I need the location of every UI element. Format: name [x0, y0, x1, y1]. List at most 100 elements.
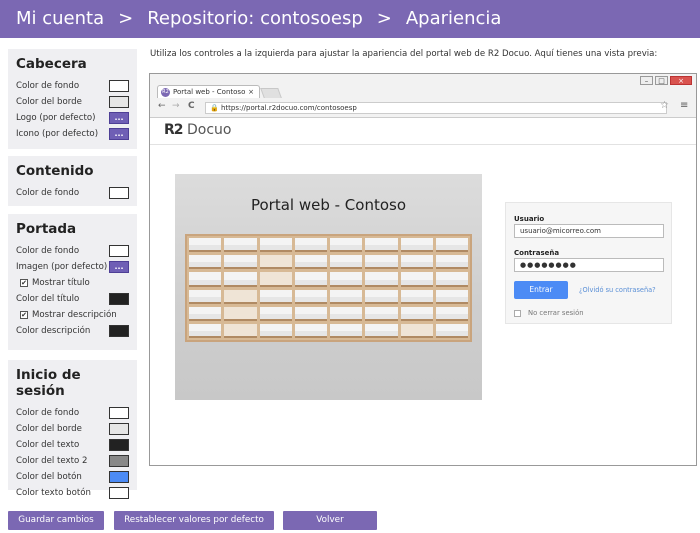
shelf-cell — [189, 289, 222, 304]
shelf-cell — [189, 272, 222, 287]
shelf-cell — [435, 323, 468, 338]
shelf-cell — [259, 238, 292, 253]
shelf-cell — [365, 306, 398, 321]
breadcrumb-repository[interactable]: Repositorio: contosoesp — [147, 8, 363, 29]
new-tab-button[interactable] — [260, 88, 282, 98]
browser-chrome: R2 Portal web - Contoso × – □ × ← → C 🔒 … — [150, 74, 696, 118]
username-input[interactable]: usuario@micorreo.com — [514, 224, 664, 238]
cover-image: Portal web - Contoso — [175, 174, 482, 400]
divider — [150, 144, 696, 145]
header-logo-row: Logo (por defecto)... — [16, 110, 129, 126]
shelf-cell — [294, 255, 327, 270]
remember-me[interactable]: No cerrar sesión — [514, 309, 584, 317]
bookmark-star-icon[interactable]: ☆ — [660, 100, 669, 111]
row-label: Color del botón — [16, 472, 82, 482]
color-swatch[interactable] — [109, 487, 129, 499]
shelf-cell — [330, 272, 363, 287]
remember-checkbox[interactable] — [514, 309, 521, 317]
color-swatch[interactable] — [109, 407, 129, 419]
logo-name: Docuo — [186, 122, 232, 138]
forward-arrow-icon[interactable]: → — [172, 101, 180, 111]
maximize-icon[interactable]: □ — [655, 76, 668, 85]
image-browse-button[interactable]: ... — [109, 261, 129, 273]
color-swatch[interactable] — [109, 471, 129, 483]
reload-icon[interactable]: C — [188, 101, 195, 111]
shelf-cell — [365, 255, 398, 270]
shelf-cell — [365, 238, 398, 253]
row-label: Mostrar título — [32, 278, 90, 288]
shelf-cell — [435, 306, 468, 321]
row-label: Color del título — [16, 294, 80, 304]
shelf-cell — [294, 238, 327, 253]
panel-title: Inicio de sesión — [16, 367, 81, 399]
lock-icon: 🔒 — [210, 104, 221, 112]
username-label: Usuario — [514, 215, 545, 223]
color-swatch[interactable] — [109, 187, 129, 199]
breadcrumb-my-account[interactable]: Mi cuenta — [16, 8, 104, 29]
browser-menu-icon[interactable]: ≡ — [680, 100, 688, 111]
bookshelf-illustration — [185, 234, 472, 342]
shelf-cell — [259, 323, 292, 338]
shelf-cell — [259, 272, 292, 287]
show-title-checkbox[interactable]: ✔ — [20, 278, 28, 287]
logo-browse-button[interactable]: ... — [109, 112, 129, 124]
login-text-color-row: Color del texto — [16, 437, 129, 453]
shelf-cell — [294, 306, 327, 321]
forgot-password-link[interactable]: ¿Olvidó su contraseña? — [579, 286, 656, 294]
shelf-cell — [224, 272, 257, 287]
shelf-cell — [435, 255, 468, 270]
browser-tab[interactable]: R2 Portal web - Contoso × — [157, 85, 260, 98]
shelf-cell — [400, 323, 433, 338]
row-label: Color del texto — [16, 440, 80, 450]
password-input[interactable]: ●●●●●●●● — [514, 258, 664, 272]
color-swatch[interactable] — [109, 96, 129, 108]
shelf-cell — [224, 255, 257, 270]
minimize-icon[interactable]: – — [640, 76, 653, 85]
breadcrumb-separator: > — [376, 8, 392, 29]
address-bar[interactable]: 🔒 https://portal.r2docuo.com/contosoesp — [205, 102, 667, 114]
tab-title: Portal web - Contoso — [173, 88, 246, 96]
save-button[interactable]: Guardar cambios — [8, 511, 104, 530]
row-label: Color de fondo — [16, 246, 80, 256]
row-label: Logo (por defecto) — [16, 113, 96, 123]
back-button[interactable]: Volver — [283, 511, 377, 530]
color-swatch[interactable] — [109, 293, 129, 305]
header-bg-color-row: Color de fondo — [16, 78, 129, 94]
login-bg-color-row: Color de fondo — [16, 405, 129, 421]
row-label: Color texto botón — [16, 488, 91, 498]
close-window-icon[interactable]: × — [670, 76, 692, 85]
login-border-color-row: Color del borde — [16, 421, 129, 437]
color-swatch[interactable] — [109, 423, 129, 435]
back-arrow-icon[interactable]: ← — [158, 101, 166, 111]
logo-r2: R2 — [164, 122, 184, 138]
reset-defaults-button[interactable]: Restablecer valores por defecto — [114, 511, 274, 530]
shelf-cell — [400, 289, 433, 304]
cover-title: Portal web - Contoso — [250, 196, 407, 214]
content-bg-color-row: Color de fondo — [16, 185, 129, 201]
color-swatch[interactable] — [109, 245, 129, 257]
shelf-cell — [189, 323, 222, 338]
color-swatch[interactable] — [109, 80, 129, 92]
row-label: Imagen (por defecto) — [16, 262, 108, 272]
shelf-cell — [330, 323, 363, 338]
breadcrumb-header: Mi cuenta > Repositorio: contosoesp > Aparie… — [0, 0, 700, 38]
shelf-cell — [224, 238, 257, 253]
intro-text: Utiliza los controles a la izquierda par… — [150, 49, 658, 59]
color-swatch[interactable] — [109, 455, 129, 467]
shelf-cell — [294, 272, 327, 287]
icon-browse-button[interactable]: ... — [109, 128, 129, 140]
shelf-cell — [224, 323, 257, 338]
shelf-cell — [189, 255, 222, 270]
login-button[interactable]: Entrar — [514, 281, 568, 299]
shelf-cell — [330, 306, 363, 321]
shelf-cell — [224, 289, 257, 304]
color-swatch[interactable] — [109, 439, 129, 451]
row-label: Color de fondo — [16, 81, 80, 91]
color-swatch[interactable] — [109, 325, 129, 337]
shelf-cell — [400, 238, 433, 253]
password-label: Contraseña — [514, 249, 560, 257]
show-description-checkbox[interactable]: ✔ — [20, 310, 28, 319]
shelf-cell — [365, 289, 398, 304]
shelf-cell — [294, 323, 327, 338]
tab-close-icon[interactable]: × — [248, 86, 254, 98]
